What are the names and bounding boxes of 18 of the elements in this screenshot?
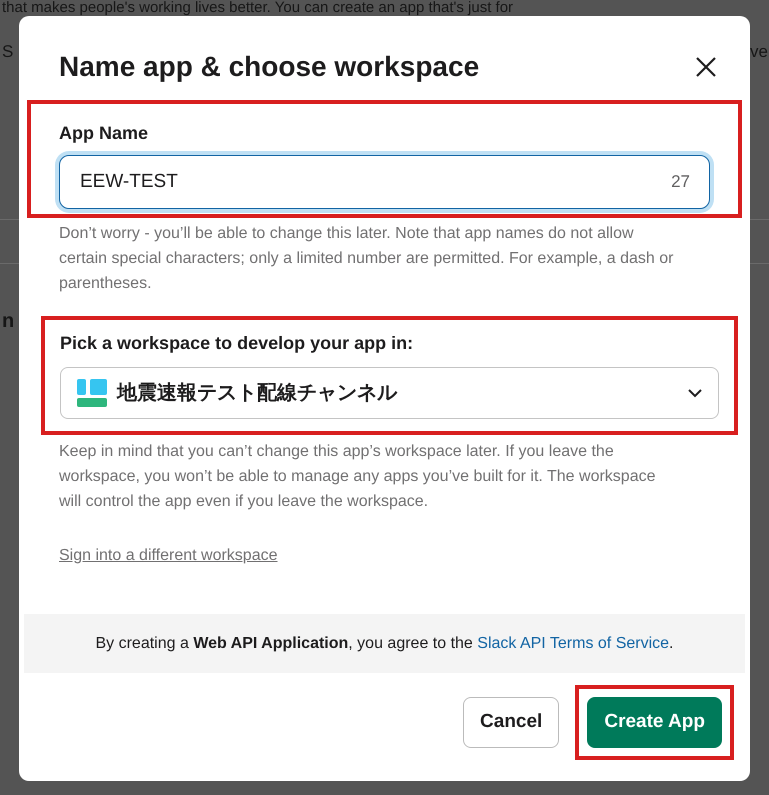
- field-label: App Name: [59, 122, 150, 145]
- create-button[interactable]: Create App: [587, 697, 722, 748]
- cancel-button[interactable]: Cancel: [463, 697, 560, 748]
- sign-in-link[interactable]: Sign into a different workspace: [59, 547, 278, 564]
- background-text: that makes people's working lives better. You can create an app that's just for: [1, 0, 514, 16]
- help-text: Keep in mind that you can’t change this app’s workspace later. If you leave the workspace, you won’t be able to manage any apps you’ve built for it. The workspace will control the app even if you leave the workspace.: [58, 442, 656, 512]
- character-counter: 27: [671, 171, 690, 193]
- terms-link[interactable]: Slack API Terms of Service: [477, 634, 670, 652]
- workspace-select[interactable]: 地震速報テスト配線チャンネル: [60, 367, 719, 419]
- background-heading: n: [1, 310, 14, 332]
- background-text: ve: [750, 42, 769, 62]
- workspace-logo-icon: [77, 379, 107, 407]
- background-text: S: [1, 42, 14, 62]
- chevron-down-icon: [688, 388, 702, 398]
- help-text: Don’t worry - you’ll be able to change this later. Note that app names do not allow certain special characters; only a limited number are permitted. For example, a dash or parentheses.: [58, 224, 674, 294]
- terms-text: By creating a Web API Application, you agree to the Slack API Terms of Service.: [95, 634, 674, 654]
- dialog-title: Name app & choose workspace: [59, 50, 480, 84]
- field-label: Pick a workspace to develop your app in:: [60, 332, 414, 355]
